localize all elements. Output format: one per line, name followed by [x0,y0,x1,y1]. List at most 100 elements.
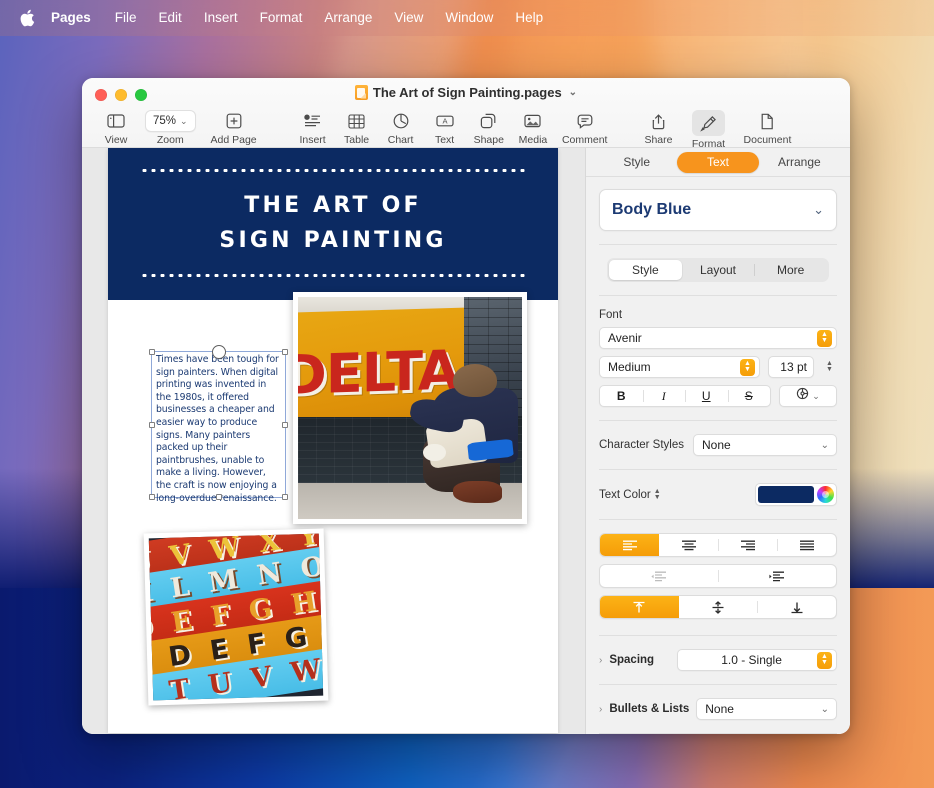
toolbar-add-page-button[interactable]: Add Page [203,108,265,146]
pages-window: The Art of Sign Painting.pages ⌄ View 75… [82,78,850,734]
document-page[interactable]: THE ART OF SIGN PAINTING DELTA [108,148,558,733]
text-color-swatch[interactable] [758,486,814,503]
subtab-style[interactable]: Style [609,260,682,280]
toolbar-table-button[interactable]: Table [335,108,379,146]
resize-handle-middle-right[interactable] [282,422,288,428]
resize-handle-top-left[interactable] [149,349,155,355]
toolbar-insert-label: Insert [299,134,325,146]
toolbar-format-button[interactable]: Format [680,108,736,150]
comment-icon [577,110,593,132]
document-banner[interactable]: THE ART OF SIGN PAINTING [108,148,558,300]
text-color-stepper-icon[interactable]: ▲▼ [654,489,661,501]
toolbar-media-button[interactable]: Media [511,108,555,146]
align-center-button[interactable] [659,534,718,556]
menu-item-insert[interactable]: Insert [193,7,249,29]
document-canvas[interactable]: THE ART OF SIGN PAINTING DELTA [82,148,585,734]
sign-painter-photo[interactable]: DELTA [293,292,527,524]
toolbar-shape-button[interactable]: Shape [467,108,511,146]
resize-handle-bottom-left[interactable] [149,494,155,500]
bold-button[interactable]: B [600,386,643,406]
font-family-popup[interactable]: Avenir ▲▼ [599,327,837,349]
rotation-handle[interactable] [212,345,226,359]
share-icon [651,110,666,132]
text-color-control[interactable] [755,483,837,506]
resize-handle-top-right[interactable] [282,349,288,355]
format-panel-content: Body Blue ⌄ Style Layout More Font Aveni… [586,177,850,720]
toolbar-view-button[interactable]: View [94,108,138,146]
italic-button[interactable]: I [643,386,686,406]
menu-item-file[interactable]: File [104,7,148,29]
format-sidebar: Style Text Arrange Body Blue ⌄ Style Lay… [585,148,850,734]
text-color-row: Text Color ▲▼ [599,483,837,506]
resize-handle-middle-left[interactable] [149,422,155,428]
toolbar-zoom-label: Zoom [157,134,184,146]
paragraph-style-value: Body Blue [612,201,813,219]
indent-button[interactable] [718,565,836,587]
font-weight-popup[interactable]: Medium ▲▼ [599,356,760,378]
menu-item-window[interactable]: Window [434,7,504,29]
toolbar-text-button[interactable]: A Text [423,108,467,146]
pages-document-icon [355,85,368,100]
painter-hand [423,444,445,462]
resize-handle-bottom-center[interactable] [216,494,222,500]
toolbar-insert-button[interactable]: Insert [291,108,335,146]
bullets-popup[interactable]: None ⌄ [696,698,837,720]
resize-handle-bottom-right[interactable] [282,494,288,500]
menu-item-pages[interactable]: Pages [42,7,104,29]
tab-arrange[interactable]: Arrange [759,152,840,173]
text-color-label-text: Text Color [599,489,651,501]
align-bottom-button[interactable] [757,596,836,618]
title-chevron-down-icon[interactable]: ⌄ [569,87,577,98]
character-styles-row: Character Styles None ⌄ [599,434,837,456]
disclosure-triangle-icon[interactable]: › [599,704,602,715]
toolbar-chart-button[interactable]: Chart [379,108,423,146]
menu-item-view[interactable]: View [383,7,434,29]
align-justify-button[interactable] [777,534,836,556]
divider [599,519,837,520]
font-size-field[interactable]: 13 pt [768,356,814,378]
apple-logo-icon[interactable] [12,0,42,36]
painted-alphabet-photo[interactable]: U V W X Y K L M N O P D E F G H I C D E … [144,529,329,706]
tab-style[interactable]: Style [596,152,677,173]
font-options-button[interactable]: ⌄ [779,385,837,407]
align-right-button[interactable] [718,534,777,556]
underline-button[interactable]: U [685,386,728,406]
font-size-stepper[interactable]: ▲▼ [822,357,837,377]
character-styles-popup[interactable]: None ⌄ [693,434,837,456]
font-size-value: 13 pt [780,360,807,374]
popup-chevrons-icon: ▲▼ [817,652,832,669]
character-styles-value: None [702,438,821,452]
align-left-button[interactable] [600,534,659,556]
menu-item-format[interactable]: Format [249,7,314,29]
menu-item-help[interactable]: Help [504,7,554,29]
sidebar-icon [107,110,125,132]
toolbar-zoom-control[interactable]: 75% ⌄ Zoom [138,108,203,146]
strikethrough-button[interactable]: S [728,386,771,406]
heading-line-2: SIGN PAINTING [108,223,558,258]
chevron-down-icon: ⌄ [812,391,820,402]
zoom-popup-button[interactable]: 75% ⌄ [145,110,196,132]
menu-item-arrange[interactable]: Arrange [313,7,383,29]
align-top-button[interactable] [600,596,679,618]
subtab-layout[interactable]: Layout [682,260,755,280]
body-text[interactable]: Times have been tough for sign painters.… [152,352,285,505]
subtab-more[interactable]: More [754,260,827,280]
body-text-box[interactable]: Times have been tough for sign painters.… [151,351,286,498]
shape-icon [480,110,497,132]
tab-text[interactable]: Text [677,152,758,173]
disclosure-triangle-icon[interactable]: › [599,655,602,666]
toolbar: View 75% ⌄ Zoom Add Page [82,108,850,148]
paragraph-style-popup[interactable]: Body Blue ⌄ [599,189,837,231]
toolbar-document-button[interactable]: Document [736,108,798,146]
media-image-icon [524,110,541,132]
divider [599,469,837,470]
align-middle-button[interactable] [679,596,758,618]
spacing-popup[interactable]: 1.0 - Single ▲▼ [677,649,837,671]
color-wheel-icon[interactable] [817,486,834,503]
heading-line-1: THE ART OF [244,193,421,218]
document-heading: THE ART OF SIGN PAINTING [108,188,558,258]
window-title[interactable]: The Art of Sign Painting.pages [373,85,562,100]
menu-item-edit[interactable]: Edit [148,7,193,29]
toolbar-share-button[interactable]: Share [636,108,680,146]
toolbar-comment-button[interactable]: Comment [555,108,615,146]
